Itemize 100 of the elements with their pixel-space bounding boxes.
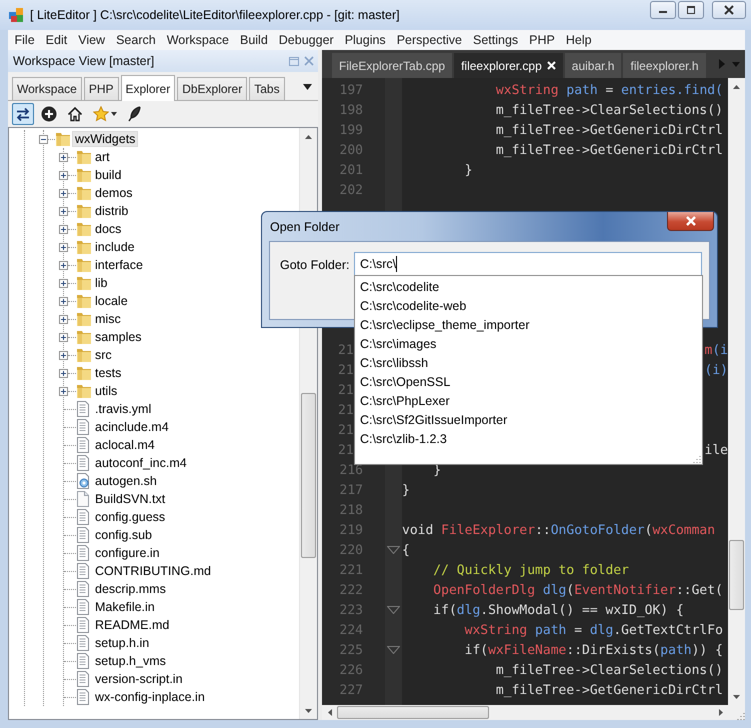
- fold-marker-icon[interactable]: [387, 606, 400, 614]
- menu-item[interactable]: View: [72, 33, 111, 47]
- tree-item[interactable]: CONTRIBUTING.md: [93, 563, 213, 579]
- suggestion-item[interactable]: C:\src\OpenSSL: [355, 372, 702, 391]
- tree-item[interactable]: README.md: [93, 617, 172, 633]
- maximize-button[interactable]: [678, 1, 704, 19]
- menu-item[interactable]: Search: [110, 33, 162, 47]
- expand-icon[interactable]: [59, 206, 68, 216]
- suggestion-item[interactable]: C:\src\Sf2GitIssueImporter: [355, 410, 702, 429]
- editor-tab[interactable]: fileexplorer.h: [623, 53, 706, 78]
- tree-item[interactable]: art: [93, 149, 112, 165]
- tree-item[interactable]: acinclude.m4: [93, 419, 171, 435]
- tree-item[interactable]: src: [93, 347, 114, 363]
- suggestion-item[interactable]: C:\src\libssh: [355, 353, 702, 372]
- tree-item[interactable]: config.guess: [93, 509, 168, 525]
- tree-item[interactable]: version-script.in: [93, 671, 185, 687]
- close-button[interactable]: [712, 1, 746, 19]
- sync-button[interactable]: [12, 103, 34, 125]
- expand-icon[interactable]: [59, 296, 68, 306]
- tree-item[interactable]: wx-config-inplace.in: [93, 689, 207, 705]
- vertical-scrollbar[interactable]: [728, 78, 745, 705]
- window-title: [ LiteEditor ] C:\src\codelite\LiteEditor\fileexplorer.cpp - [git: master]: [30, 8, 401, 22]
- menu-item[interactable]: File: [9, 33, 40, 47]
- expand-icon[interactable]: [59, 152, 68, 162]
- tree-item[interactable]: configure.in: [93, 545, 162, 561]
- tree-item[interactable]: demos: [93, 185, 135, 201]
- line-number: 21: [337, 422, 355, 438]
- suggestion-item[interactable]: C:\src\eclipse_theme_importer: [355, 315, 702, 334]
- tree-item[interactable]: setup.h_vms: [93, 653, 168, 669]
- fold-marker-icon[interactable]: [387, 646, 400, 654]
- tree-item[interactable]: tests: [93, 365, 124, 381]
- tree-item[interactable]: Makefile.in: [93, 599, 157, 615]
- expand-icon[interactable]: [59, 224, 68, 234]
- suggestion-item[interactable]: C:\src\images: [355, 334, 702, 353]
- panel-tab[interactable]: Workspace: [12, 77, 82, 100]
- line-number: 21: [337, 442, 355, 458]
- expand-icon[interactable]: [59, 242, 68, 252]
- editor-tab[interactable]: FileExplorerTab.cpp: [332, 53, 452, 78]
- line-number: 197: [338, 82, 364, 98]
- tree-item[interactable]: include: [93, 239, 137, 255]
- tree-item[interactable]: config.sub: [93, 527, 154, 543]
- close-button[interactable]: [667, 212, 714, 231]
- tree-item[interactable]: .travis.yml: [93, 401, 154, 417]
- menu-item[interactable]: Edit: [40, 33, 73, 47]
- menu-item[interactable]: Settings: [468, 33, 524, 47]
- expand-icon[interactable]: [59, 332, 68, 342]
- panel-tab[interactable]: DbExplorer: [177, 77, 248, 100]
- suggestion-item[interactable]: C:\src\codelite-web: [355, 296, 702, 315]
- tree-item[interactable]: descrip.mms: [93, 581, 168, 597]
- expand-icon[interactable]: [59, 386, 68, 396]
- menu-item[interactable]: Perspective: [391, 33, 468, 47]
- menu-item[interactable]: Workspace: [161, 33, 234, 47]
- tree-item[interactable]: aclocal.m4: [93, 437, 157, 453]
- scrollbar-thumb[interactable]: [337, 706, 489, 719]
- editor-tab[interactable]: auibar.h: [564, 53, 622, 78]
- fold-marker-icon[interactable]: [387, 546, 400, 554]
- tree-item[interactable]: misc: [93, 311, 123, 327]
- line-number: 225: [338, 642, 364, 658]
- expand-icon[interactable]: [59, 188, 68, 198]
- dropdown-arrow-icon[interactable]: [303, 84, 312, 90]
- editor-tab[interactable]: fileexplorer.cpp: [454, 53, 563, 78]
- tree-item[interactable]: locale: [93, 293, 130, 309]
- expand-icon[interactable]: [59, 314, 68, 324]
- expand-icon[interactable]: [59, 368, 68, 378]
- tree-item[interactable]: autogen.sh: [93, 473, 159, 489]
- collapse-icon[interactable]: [39, 134, 48, 144]
- expand-icon[interactable]: [59, 350, 68, 360]
- tree-item[interactable]: distrib: [93, 203, 130, 219]
- tree-item[interactable]: autoconf_inc.m4: [93, 455, 189, 471]
- tree-item[interactable]: wxWidgets: [72, 131, 138, 147]
- tree-item[interactable]: lib: [93, 275, 110, 291]
- menu-item[interactable]: Debugger: [273, 33, 340, 47]
- folder-path-field[interactable]: C:\src\: [354, 252, 702, 276]
- suggestion-item[interactable]: C:\src\codelite: [355, 277, 702, 296]
- resize-grip-icon: [691, 453, 701, 463]
- tree-item[interactable]: utils: [93, 383, 120, 399]
- tree-item[interactable]: docs: [93, 221, 124, 237]
- panel-tab[interactable]: PHP: [84, 77, 118, 100]
- tree-item[interactable]: interface: [93, 257, 145, 273]
- down-arrow-icon: [305, 708, 312, 712]
- expand-icon[interactable]: [59, 260, 68, 270]
- menu-item[interactable]: Plugins: [339, 33, 392, 47]
- tree-item[interactable]: build: [93, 167, 124, 183]
- code-line: // Quickly jump to folder: [432, 562, 629, 578]
- suggestion-item[interactable]: C:\src\PhpLexer: [355, 391, 702, 410]
- minimize-button[interactable]: [650, 1, 676, 19]
- expand-icon[interactable]: [59, 278, 68, 288]
- scrollbar-thumb[interactable]: [301, 393, 316, 558]
- scrollbar-thumb[interactable]: [729, 540, 744, 610]
- suggestion-item[interactable]: C:\src\zlib-1.2.3: [355, 429, 702, 448]
- expand-icon[interactable]: [59, 170, 68, 180]
- tree-item[interactable]: samples: [93, 329, 144, 345]
- tree-item[interactable]: BuildSVN.txt: [93, 491, 168, 507]
- caret-icon: [111, 112, 117, 116]
- menu-item[interactable]: PHP: [524, 33, 560, 47]
- panel-tab[interactable]: Explorer: [120, 75, 176, 101]
- tree-item[interactable]: setup.h.in: [93, 635, 152, 651]
- menu-item[interactable]: Help: [560, 33, 598, 47]
- menu-item[interactable]: Build: [234, 33, 274, 47]
- panel-tab[interactable]: Tabs: [249, 77, 285, 100]
